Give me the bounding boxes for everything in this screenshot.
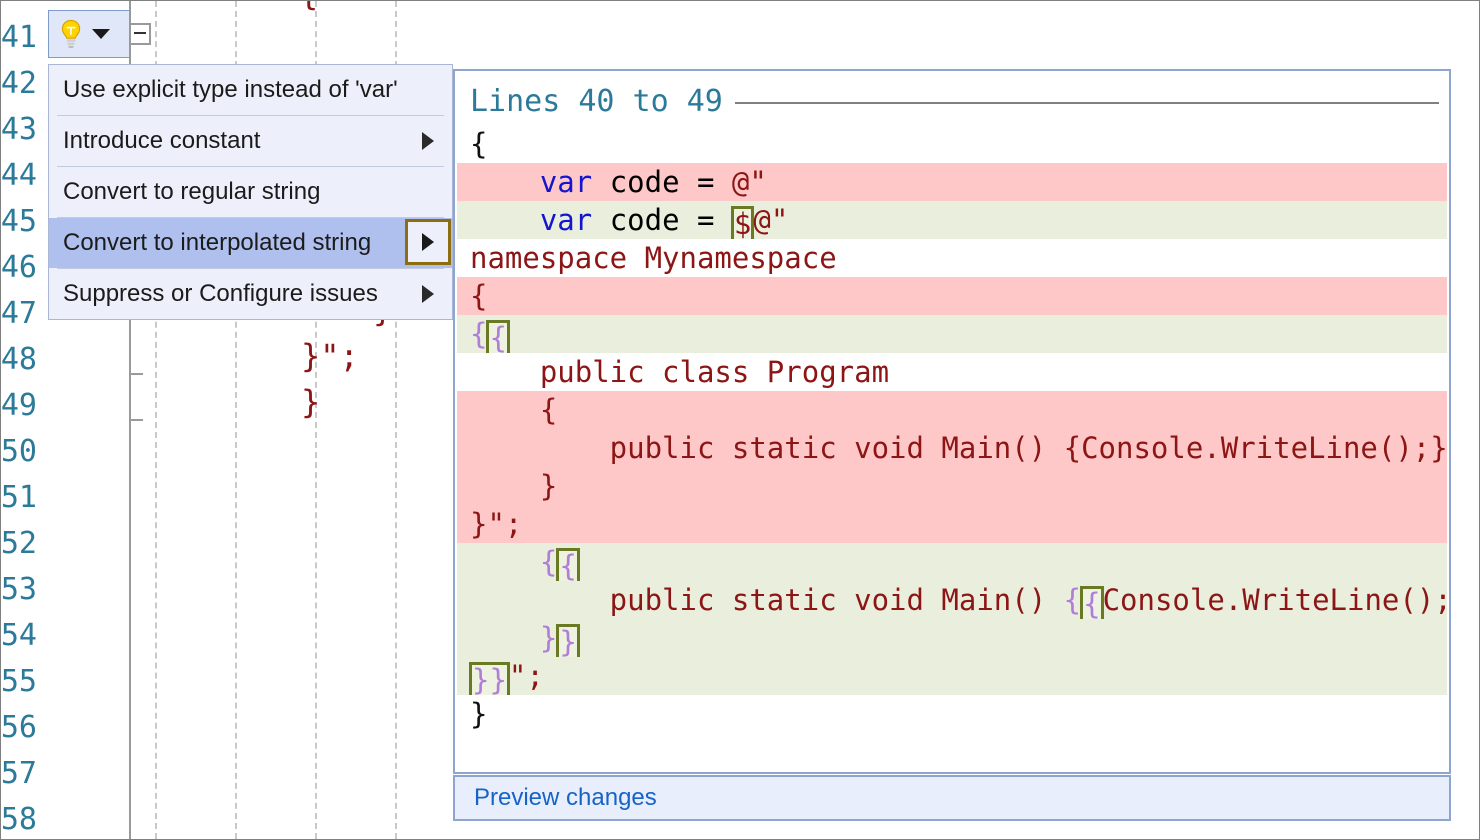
line-number: 50 <box>0 434 37 469</box>
line-number: 44 <box>0 158 37 193</box>
diff-token: } <box>470 469 558 503</box>
diff-change-highlight: } <box>556 624 580 660</box>
preview-line-range-label: Lines 40 to 49 <box>470 83 723 119</box>
diff-line-del: { <box>457 391 1447 429</box>
diff-token: { <box>470 393 558 427</box>
line-number: 47 <box>0 296 37 331</box>
diff-token: }"; <box>470 507 523 541</box>
collapse-region-toggle[interactable] <box>129 23 151 45</box>
menu-item-convert-to-regular-string[interactable]: Convert to regular string <box>49 167 452 217</box>
line-number: 58 <box>0 802 37 837</box>
line-number: 43 <box>0 112 37 147</box>
code-line-40-partial: { <box>299 1 318 17</box>
menu-item-label: Convert to regular string <box>63 178 321 205</box>
diff-token: public class Program <box>470 355 890 389</box>
diff-token: { <box>1063 583 1082 617</box>
menu-item-suppress-or-configure-issues[interactable]: Suppress or Configure issues <box>49 269 452 319</box>
outlining-tick <box>129 419 143 421</box>
diff-token <box>470 545 540 579</box>
line-number: 46 <box>0 250 37 285</box>
diff-token <box>470 165 540 199</box>
lightbulb-quick-actions-button[interactable] <box>48 10 130 58</box>
code-line-49: } <box>301 383 321 421</box>
line-number: 55 <box>0 664 37 699</box>
diff-line-add: var code = $@" <box>457 201 1447 242</box>
diff-change-highlight: $ <box>730 206 755 242</box>
diff-line-ctx: namespace Mynamespace <box>457 239 1447 277</box>
diff-token: var <box>539 203 593 237</box>
line-number: 41 <box>0 20 37 55</box>
line-number: 53 <box>0 572 37 607</box>
diff-line-del: var code = @" <box>457 163 1447 201</box>
line-number: 45 <box>0 204 37 239</box>
line-number: 49 <box>0 388 37 423</box>
diff-line-add: {{ <box>457 315 1447 356</box>
diff-change-highlight: { <box>486 320 510 356</box>
diff-line-del: public static void Main() {Console.Write… <box>457 429 1447 467</box>
diff-line-del: { <box>457 277 1447 315</box>
diff-token: { <box>470 127 488 161</box>
diff-change-highlight: { <box>556 548 580 584</box>
diff-token: } <box>470 697 488 731</box>
preview-changes-link[interactable]: Preview changes <box>474 784 657 812</box>
line-number: 51 <box>0 480 37 515</box>
menu-item-label: Suppress or Configure issues <box>63 280 378 307</box>
diff-line-add: }} <box>457 619 1447 660</box>
diff-line-del: } <box>457 467 1447 505</box>
diff-change-highlight: { <box>1080 586 1104 622</box>
preview-header-rule <box>734 102 1439 104</box>
line-number: 48 <box>0 342 37 377</box>
diff-token: code = <box>592 165 732 199</box>
diff-token: public static void Main() <box>470 583 1064 617</box>
diff-line-del: }"; <box>457 505 1447 543</box>
change-preview-content: Lines 40 to 49 { var code = @" var code … <box>457 73 1447 770</box>
diff-token: } <box>539 621 558 655</box>
diff-token: @" <box>731 165 767 199</box>
preview-header: Lines 40 to 49 <box>470 81 1439 121</box>
menu-item-convert-to-interpolated-string[interactable]: Convert to interpolated string <box>49 218 452 268</box>
menu-item-label: Use explicit type instead of 'var' <box>63 76 398 103</box>
diff-token <box>470 621 540 655</box>
code-line-48: }"; <box>301 337 359 375</box>
line-number: 54 <box>0 618 37 653</box>
quick-actions-context-menu[interactable]: Use explicit type instead of 'var' Introd… <box>48 64 453 320</box>
diff-token: { <box>539 545 558 579</box>
submenu-expander-focused[interactable] <box>405 219 451 265</box>
chevron-down-icon[interactable] <box>92 29 110 39</box>
chevron-right-icon[interactable] <box>422 132 434 150</box>
diff-token: { <box>470 317 488 351</box>
diff-line-ctx: public class Program <box>457 353 1447 391</box>
chevron-right-icon[interactable] <box>422 285 434 303</box>
diff-token: { <box>470 279 488 313</box>
change-preview-popup: Lines 40 to 49 { var code = @" var code … <box>453 69 1451 774</box>
diff-token: code = <box>592 203 732 237</box>
line-number: 52 <box>0 526 37 561</box>
diff-token: var <box>539 165 593 199</box>
diff-line-add: public static void Main() {{Console.Writ… <box>457 581 1447 622</box>
diff-token: "; <box>508 659 544 693</box>
line-number: 56 <box>0 710 37 745</box>
visual-studio-editor-window: 41 42 43 44 45 46 47 48 49 50 51 52 53 54 55 56 57 58 { v… <box>0 0 1480 840</box>
diff-token: Console.WriteLine(); <box>1102 583 1447 617</box>
line-number: 57 <box>0 756 37 791</box>
line-number: 42 <box>0 66 37 101</box>
menu-item-label: Convert to interpolated string <box>63 229 372 256</box>
diff-line-add: {{ <box>457 543 1447 584</box>
menu-item-use-explicit-type-instead-of-var[interactable]: Use explicit type instead of 'var' <box>49 65 452 115</box>
menu-item-label: Introduce constant <box>63 127 261 154</box>
diff-line-add: }}"; <box>457 657 1447 698</box>
preview-changes-bar[interactable]: Preview changes <box>453 775 1451 821</box>
menu-item-introduce-constant[interactable]: Introduce constant <box>49 116 452 166</box>
diff-line-ctx: { <box>457 125 1447 163</box>
chevron-right-icon <box>422 233 434 251</box>
diff-token: namespace Mynamespace <box>470 241 837 275</box>
diff-token <box>470 203 540 237</box>
diff-token: public static void Main() {Console.Write… <box>470 431 1447 465</box>
outlining-tick <box>129 373 143 375</box>
diff-line-ctx: } <box>457 695 1447 733</box>
diff-change-highlight: }} <box>469 662 510 698</box>
lightbulb-icon <box>58 19 84 49</box>
diff-token: @" <box>753 203 789 237</box>
